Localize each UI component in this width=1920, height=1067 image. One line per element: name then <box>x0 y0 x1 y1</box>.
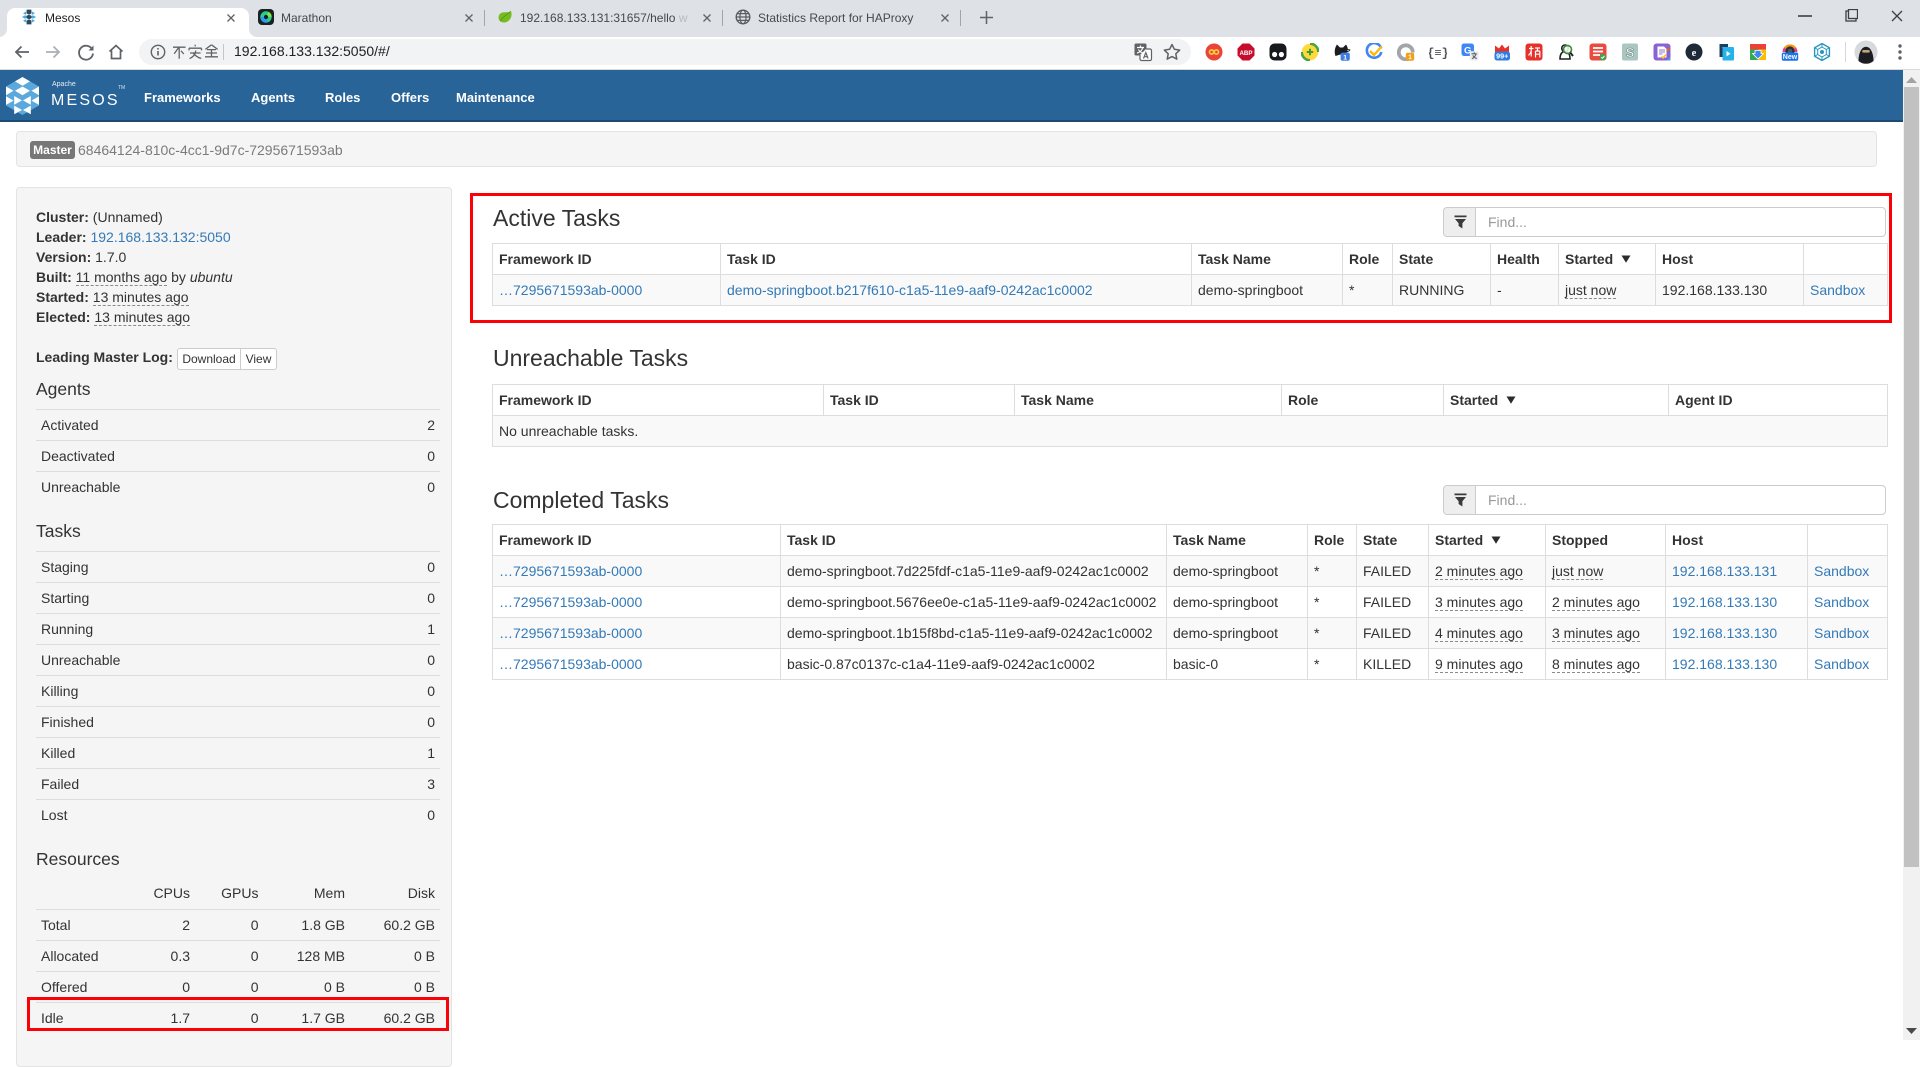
svg-text:S: S <box>1626 46 1634 60</box>
svg-text:ABP: ABP <box>1239 50 1252 57</box>
svg-text:e: e <box>1692 48 1697 59</box>
svg-text:{≡}: {≡} <box>1429 47 1447 61</box>
svg-text:99+: 99+ <box>1496 52 1508 61</box>
svg-text:1: 1 <box>1343 54 1347 61</box>
svg-text:1: 1 <box>1408 54 1412 61</box>
svg-text:New: New <box>1783 54 1798 61</box>
